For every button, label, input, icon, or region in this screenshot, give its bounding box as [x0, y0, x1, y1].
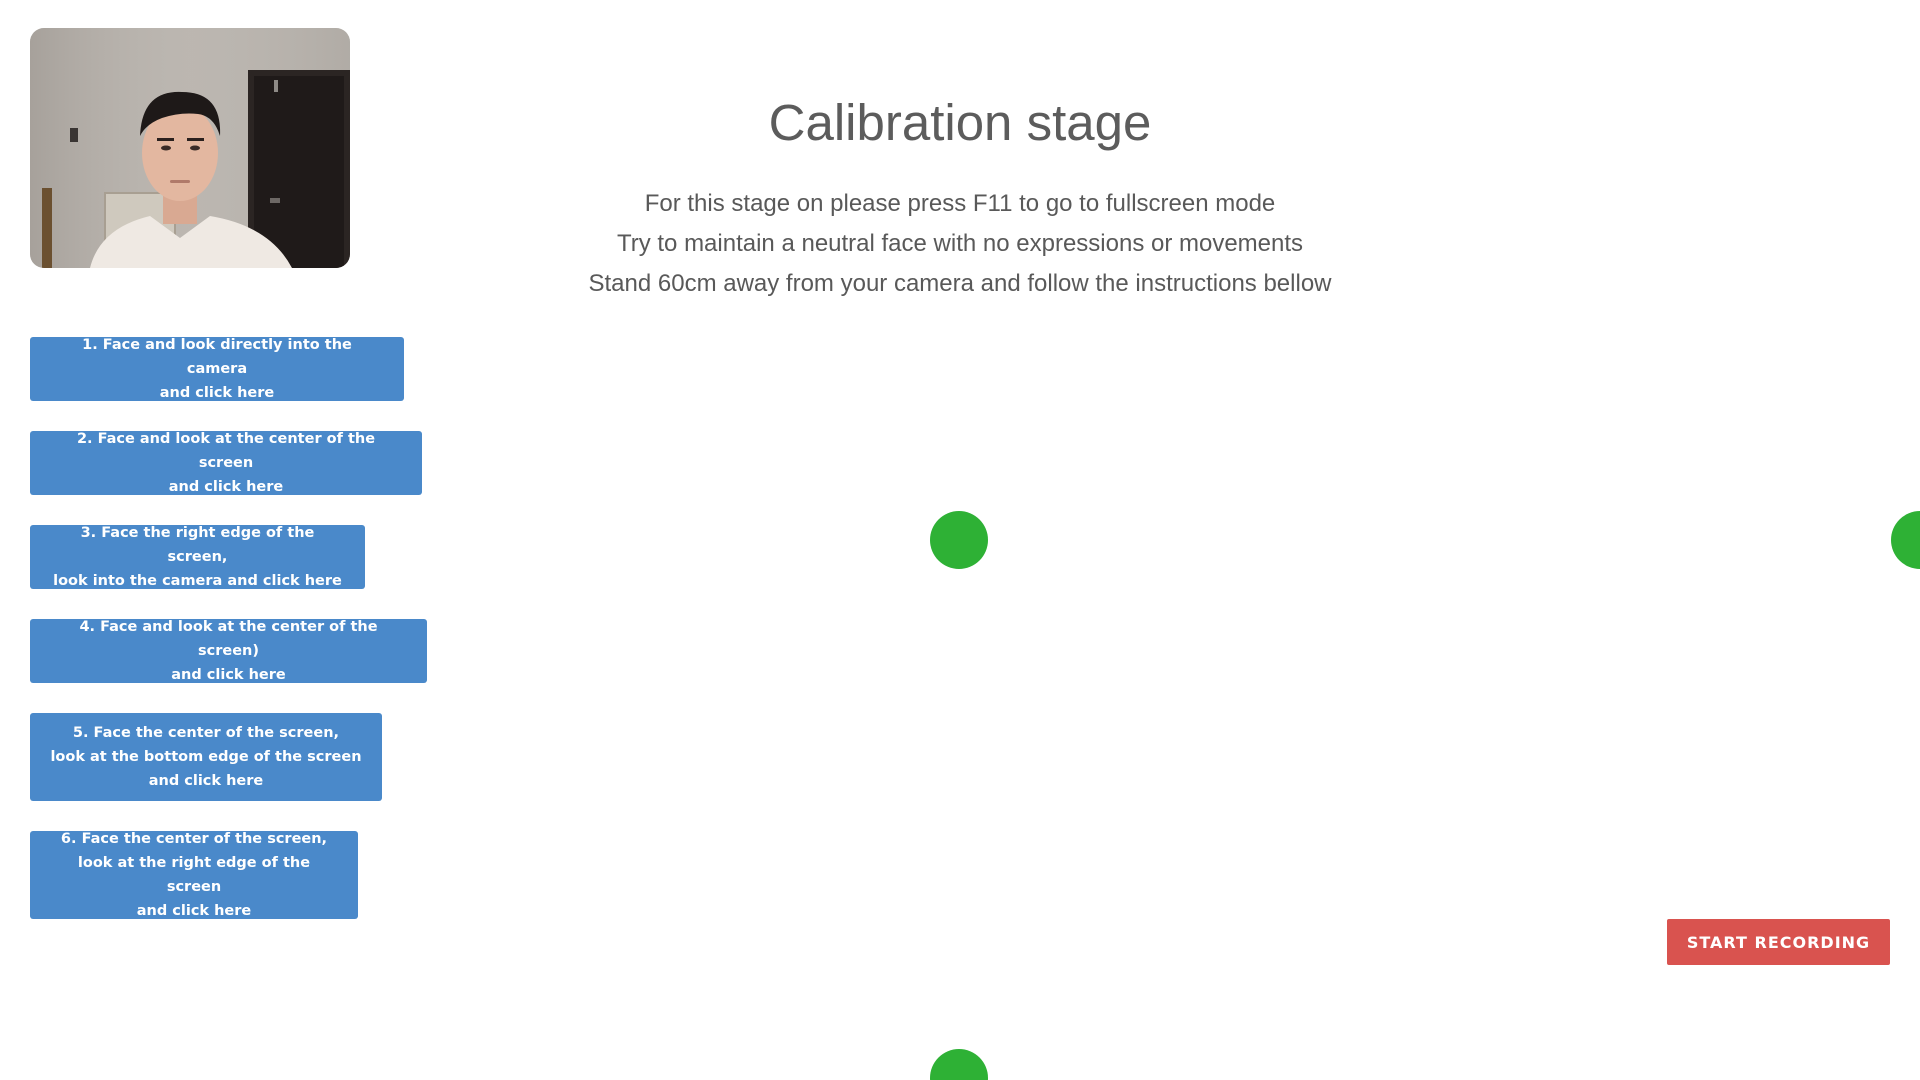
step-6-label: 6. Face the center of the screen, look a… — [60, 831, 328, 919]
webcam-image — [30, 28, 350, 268]
calibration-page: Calibration stage For this stage on plea… — [0, 0, 1920, 1080]
step-1-label: 1. Face and look directly into the camer… — [82, 337, 352, 401]
instructions: For this stage on please press F11 to go… — [460, 184, 1460, 304]
webcam-preview — [30, 28, 350, 268]
instruction-fullscreen: For this stage on please press F11 to go… — [644, 190, 1276, 217]
step-3-button[interactable]: 3. Face the right edge of the screen, lo… — [30, 525, 365, 589]
step-2-button[interactable]: 2. Face and look at the center of the sc… — [30, 431, 422, 495]
step-2-label: 2. Face and look at the center of the sc… — [76, 431, 376, 495]
step-5-label: 5. Face the center of the screen, look a… — [50, 725, 362, 789]
calibration-dot-right[interactable] — [1891, 511, 1920, 569]
step-3-label: 3. Face the right edge of the screen, lo… — [53, 525, 342, 589]
calibration-dot-center[interactable] — [930, 511, 988, 569]
step-4-button[interactable]: 4. Face and look at the center of the sc… — [30, 619, 427, 683]
step-5-button[interactable]: 5. Face the center of the screen, look a… — [30, 713, 382, 801]
start-recording-button[interactable]: START RECORDING — [1667, 919, 1890, 965]
step-1-button[interactable]: 1. Face and look directly into the camer… — [30, 337, 404, 401]
calibration-dot-bottom[interactable] — [930, 1049, 988, 1080]
instruction-distance: Stand 60cm away from your camera and fol… — [588, 270, 1332, 297]
instruction-neutral-face: Try to maintain a neutral face with no e… — [616, 230, 1304, 257]
step-6-button[interactable]: 6. Face the center of the screen, look a… — [30, 831, 358, 919]
step-4-label: 4. Face and look at the center of the sc… — [79, 619, 378, 683]
page-title: Calibration stage — [768, 94, 1152, 151]
